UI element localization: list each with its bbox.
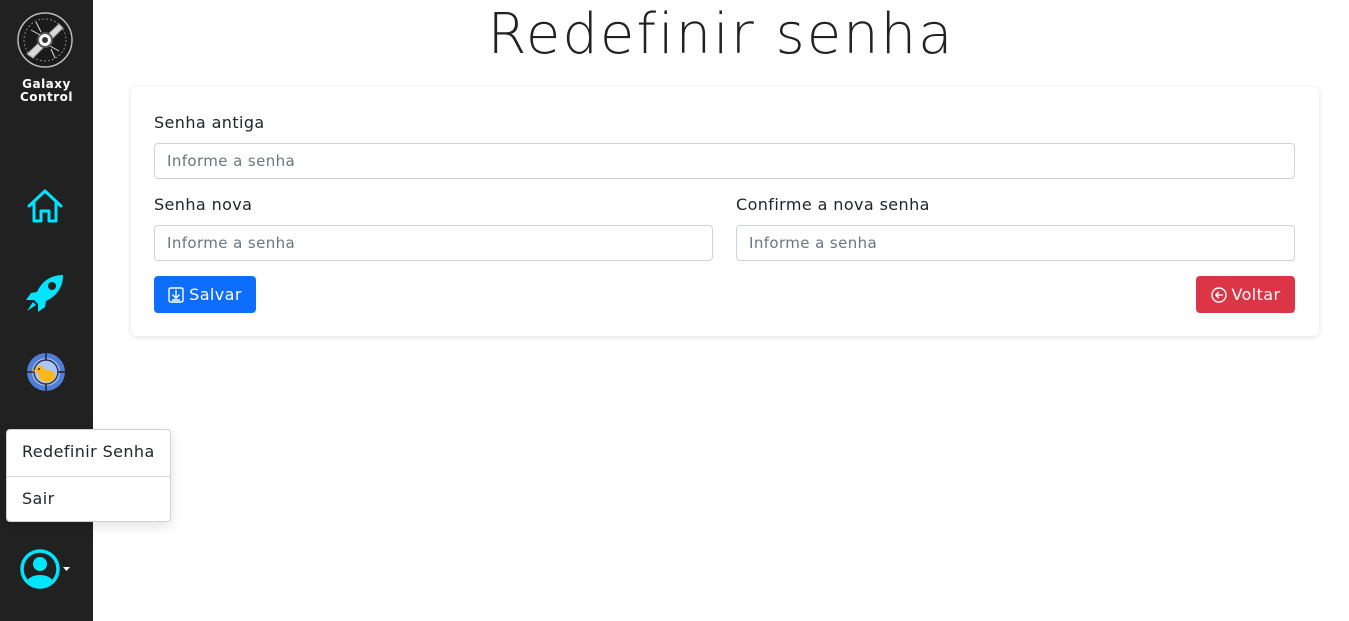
target-icon[interactable] bbox=[25, 351, 67, 393]
brand-name: Galaxy Control bbox=[0, 78, 93, 104]
old-password-label: Senha antiga bbox=[154, 113, 265, 132]
user-circle-icon[interactable] bbox=[19, 548, 71, 590]
rocket-icon[interactable] bbox=[24, 272, 66, 314]
reset-password-card: Senha antiga Senha nova Confirme a nova … bbox=[131, 87, 1319, 336]
galaxy-logo-icon[interactable] bbox=[15, 10, 75, 70]
arrow-left-circle-icon bbox=[1210, 286, 1227, 303]
menu-item-logout[interactable]: Sair bbox=[7, 477, 170, 523]
menu-item-reset-password[interactable]: Redefinir Senha bbox=[7, 430, 170, 476]
confirm-password-input[interactable] bbox=[736, 225, 1295, 261]
brand-line-2: Control bbox=[19, 90, 74, 104]
save-label: Salvar bbox=[189, 285, 242, 304]
save-button[interactable]: Salvar bbox=[154, 276, 256, 313]
user-dropdown-menu: Redefinir Senha Sair bbox=[6, 429, 171, 522]
back-label: Voltar bbox=[1231, 285, 1281, 304]
new-password-label: Senha nova bbox=[154, 195, 253, 214]
home-icon[interactable] bbox=[25, 186, 65, 226]
old-password-input[interactable] bbox=[154, 143, 1295, 179]
new-password-input[interactable] bbox=[154, 225, 713, 261]
page-title: Redefinir senha bbox=[487, 2, 955, 67]
sidebar: Galaxy Control bbox=[0, 0, 93, 621]
confirm-password-label: Confirme a nova senha bbox=[736, 195, 930, 214]
back-button[interactable]: Voltar bbox=[1196, 276, 1295, 313]
download-icon bbox=[168, 286, 184, 303]
